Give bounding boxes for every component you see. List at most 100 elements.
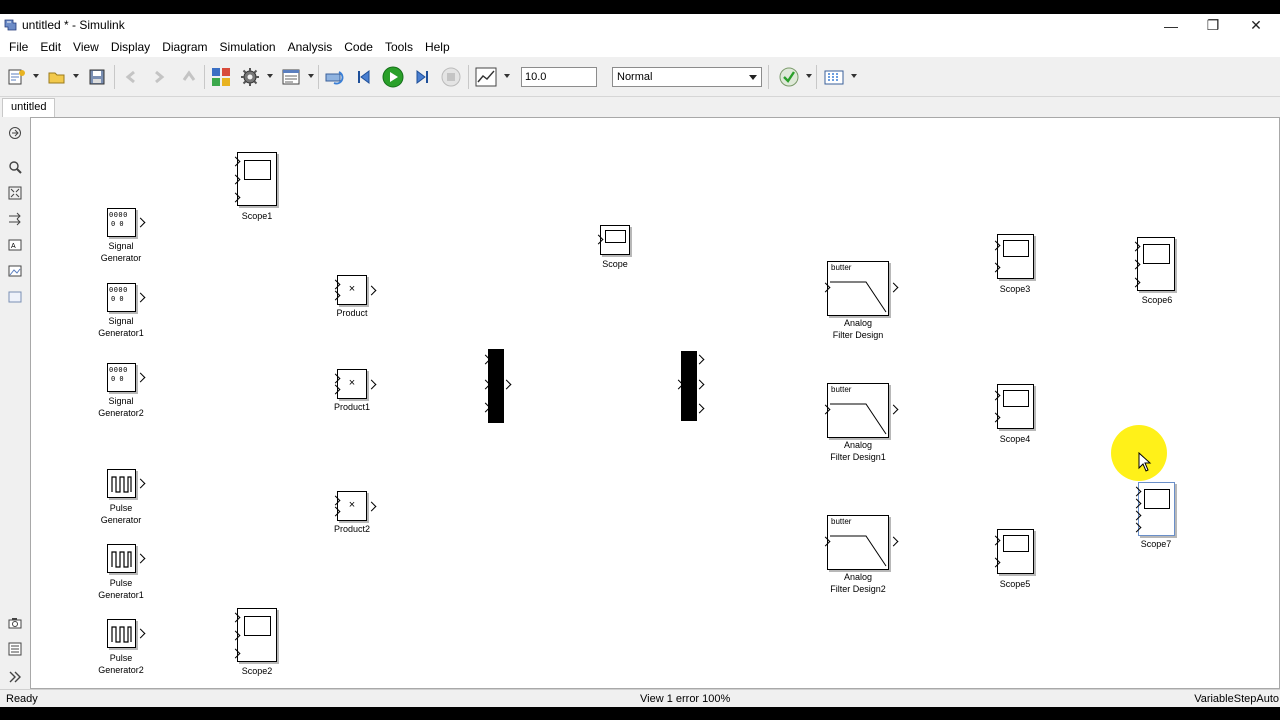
- input-port[interactable]: [482, 381, 490, 389]
- product-2-block[interactable]: ×: [337, 491, 367, 521]
- input-port[interactable]: [232, 614, 240, 622]
- annotation-icon[interactable]: A: [7, 237, 23, 253]
- input-port[interactable]: [232, 650, 240, 658]
- scope-block[interactable]: [600, 225, 630, 255]
- close-button[interactable]: ✕: [1234, 14, 1278, 37]
- save-icon[interactable]: [86, 67, 108, 87]
- scope-3-block[interactable]: [997, 234, 1034, 279]
- back-icon[interactable]: [120, 67, 142, 87]
- input-port[interactable]: [1132, 279, 1140, 287]
- input-port[interactable]: [332, 281, 340, 289]
- input-port[interactable]: [232, 632, 240, 640]
- expand-palette-icon[interactable]: [7, 669, 23, 685]
- menu-code[interactable]: Code: [339, 40, 378, 54]
- scope-6-block[interactable]: [1137, 237, 1175, 291]
- input-port[interactable]: [1133, 488, 1141, 496]
- model-explorer-icon[interactable]: [280, 67, 302, 87]
- forward-icon[interactable]: [148, 67, 170, 87]
- analog-filter-design-1-block[interactable]: butter: [827, 383, 889, 438]
- route-lines-icon[interactable]: [7, 211, 23, 227]
- pulse-generator-1-block[interactable]: [107, 544, 136, 573]
- output-port[interactable]: [503, 381, 511, 389]
- menu-help[interactable]: Help: [420, 40, 455, 54]
- menu-tools[interactable]: Tools: [380, 40, 418, 54]
- menu-diagram[interactable]: Diagram: [157, 40, 212, 54]
- output-port[interactable]: [137, 480, 145, 488]
- input-port[interactable]: [1132, 243, 1140, 251]
- input-port[interactable]: [232, 176, 240, 184]
- output-port[interactable]: [696, 381, 704, 389]
- signal-generator-block[interactable]: 0000 0 0: [107, 208, 136, 237]
- input-port[interactable]: [1133, 512, 1141, 520]
- input-port[interactable]: [992, 392, 1000, 400]
- analog-filter-design-2-block[interactable]: butter: [827, 515, 889, 570]
- input-port[interactable]: [482, 404, 490, 412]
- input-port[interactable]: [992, 559, 1000, 567]
- menu-file[interactable]: File: [4, 40, 33, 54]
- fit-to-view-icon[interactable]: [7, 185, 23, 201]
- input-port[interactable]: [332, 292, 340, 300]
- input-port[interactable]: [1133, 500, 1141, 508]
- tab-untitled[interactable]: untitled: [2, 98, 56, 117]
- output-port[interactable]: [890, 538, 898, 546]
- input-port[interactable]: [822, 406, 830, 414]
- menu-analysis[interactable]: Analysis: [283, 40, 338, 54]
- output-port[interactable]: [696, 356, 704, 364]
- input-port[interactable]: [332, 375, 340, 383]
- refresh-icon[interactable]: [324, 67, 348, 87]
- scope-2-block[interactable]: [237, 608, 277, 662]
- input-port[interactable]: [482, 356, 490, 364]
- hide-show-browser-icon[interactable]: [7, 125, 23, 141]
- demux-block[interactable]: [681, 351, 697, 421]
- model-advisor-icon[interactable]: [778, 67, 800, 87]
- output-port[interactable]: [137, 219, 145, 227]
- build-icon[interactable]: [822, 67, 846, 87]
- scope-5-block[interactable]: [997, 529, 1034, 574]
- signal-generator-1-block[interactable]: 0000 0 0: [107, 283, 136, 312]
- input-port[interactable]: [992, 242, 1000, 250]
- output-port[interactable]: [890, 406, 898, 414]
- open-icon[interactable]: [46, 67, 68, 87]
- scope-7-block[interactable]: [1138, 482, 1175, 536]
- model-browser-icon[interactable]: [7, 641, 23, 657]
- input-port[interactable]: [332, 386, 340, 394]
- input-port[interactable]: [822, 538, 830, 546]
- input-port[interactable]: [1132, 261, 1140, 269]
- input-port[interactable]: [595, 236, 603, 244]
- input-port[interactable]: [1133, 524, 1141, 532]
- record-icon[interactable]: [474, 67, 498, 87]
- image-icon[interactable]: [7, 263, 23, 279]
- area-icon[interactable]: [7, 289, 23, 305]
- output-port[interactable]: [696, 405, 704, 413]
- output-port[interactable]: [368, 287, 376, 295]
- minimize-button[interactable]: —: [1149, 14, 1193, 37]
- status-solver[interactable]: VariableStepAuto: [1194, 693, 1279, 705]
- status-view-errors[interactable]: View 1 error 100%: [640, 693, 730, 705]
- stop-time-input[interactable]: 10.0: [521, 67, 597, 87]
- output-port[interactable]: [137, 555, 145, 563]
- restore-button[interactable]: ❐: [1191, 14, 1235, 37]
- mux-block[interactable]: [488, 349, 504, 423]
- model-canvas[interactable]: 0000 0 0 Signal Generator 0000 0 0 Signal…: [30, 117, 1280, 689]
- output-port[interactable]: [137, 294, 145, 302]
- input-port[interactable]: [675, 381, 683, 389]
- scope-4-block[interactable]: [997, 384, 1034, 429]
- simulation-mode-select[interactable]: Normal: [612, 67, 762, 87]
- output-port[interactable]: [368, 381, 376, 389]
- output-port[interactable]: [137, 374, 145, 382]
- menu-edit[interactable]: Edit: [35, 40, 66, 54]
- input-port[interactable]: [232, 158, 240, 166]
- up-icon[interactable]: [178, 67, 200, 87]
- output-port[interactable]: [368, 503, 376, 511]
- output-port[interactable]: [137, 630, 145, 638]
- scope-1-block[interactable]: [237, 152, 277, 206]
- product-block[interactable]: ×: [337, 275, 367, 305]
- output-port[interactable]: [890, 284, 898, 292]
- product-1-block[interactable]: ×: [337, 369, 367, 399]
- input-port[interactable]: [992, 414, 1000, 422]
- input-port[interactable]: [332, 508, 340, 516]
- signal-generator-2-block[interactable]: 0000 0 0: [107, 363, 136, 392]
- input-port[interactable]: [332, 497, 340, 505]
- input-port[interactable]: [992, 537, 1000, 545]
- analog-filter-design-block[interactable]: butter: [827, 261, 889, 316]
